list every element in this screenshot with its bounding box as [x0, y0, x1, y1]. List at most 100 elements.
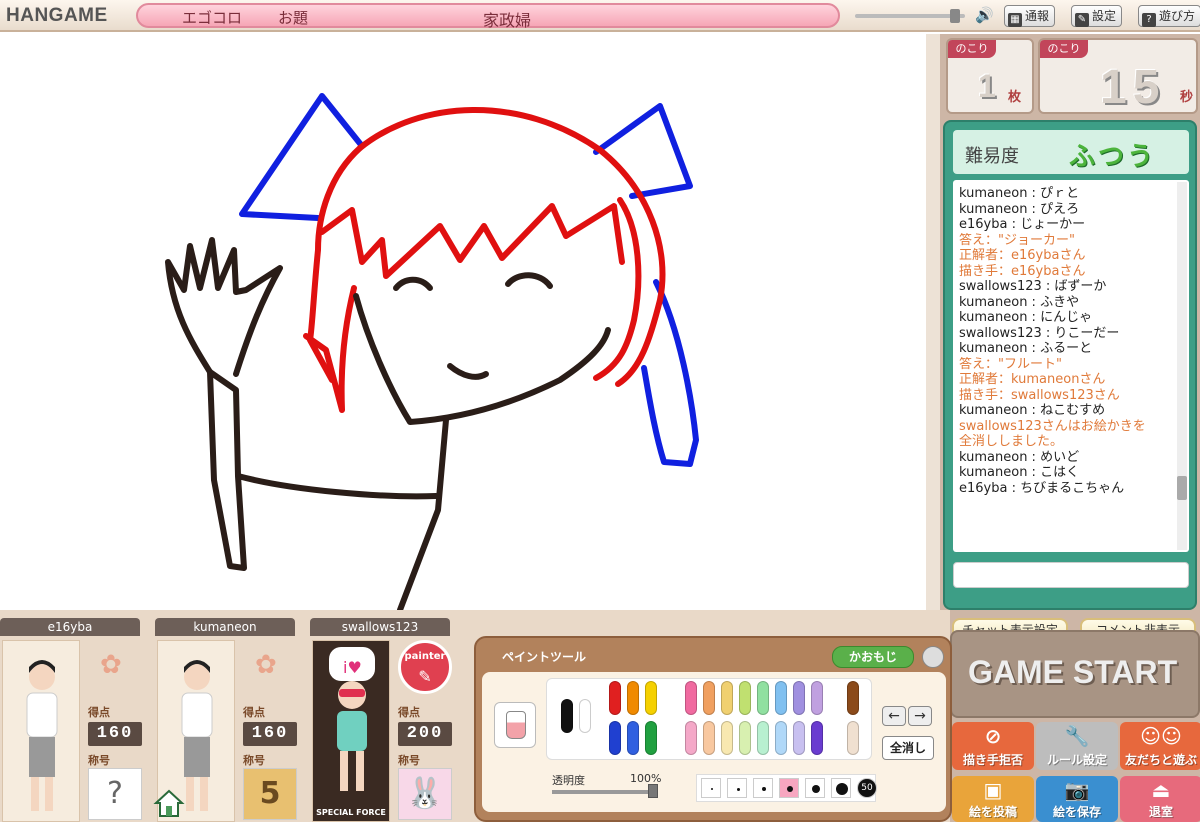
- color-pen[interactable]: [757, 681, 769, 715]
- color-pen[interactable]: [609, 721, 621, 755]
- brush-dot: [836, 783, 848, 795]
- speaker-icon[interactable]: 🔊: [975, 6, 994, 24]
- color-pen[interactable]: [685, 681, 697, 715]
- chat-log[interactable]: kumaneon : ぴｒと kumaneon : ぴえろ e16yba : じょー…: [953, 180, 1189, 552]
- brush-size-option[interactable]: [779, 778, 799, 798]
- title-badge[interactable]: 🐰: [398, 768, 452, 820]
- help-button[interactable]: ? 遊び方: [1138, 5, 1200, 27]
- remaining-seconds-counter: のこり 15 秒: [1038, 38, 1198, 114]
- home-icon[interactable]: [152, 786, 186, 820]
- chat-panel: 難易度 ふつう kumaneon : ぴｒと kumaneon : ぴえろ e16y…: [943, 120, 1197, 610]
- chat-scrollbar-thumb[interactable]: [1177, 476, 1187, 500]
- topic-bar: エゴコロ お題 家政婦: [136, 3, 840, 30]
- chat-line: 答え："ジョーカー": [959, 232, 1075, 248]
- redo-button[interactable]: →: [908, 706, 932, 726]
- eraser-icon: [506, 711, 526, 739]
- post-picture-button[interactable]: ▣ 絵を投稿: [952, 776, 1034, 822]
- color-pen[interactable]: [703, 721, 715, 755]
- chat-input[interactable]: [953, 562, 1189, 588]
- drawing-arm: [207, 369, 439, 571]
- chat-line: kumaneon : こはく: [959, 465, 1080, 480]
- volume-slider-knob[interactable]: [950, 9, 960, 23]
- clear-all-button[interactable]: 全消し: [882, 736, 934, 760]
- chat-line: kumaneon : ねこむすめ: [959, 403, 1106, 418]
- color-pen[interactable]: [627, 681, 639, 715]
- save-picture-button[interactable]: 📷 絵を保存: [1036, 776, 1118, 822]
- color-pen-black[interactable]: [561, 699, 573, 733]
- drawing-canvas[interactable]: [0, 34, 926, 610]
- chat-line: kumaneon : ふきや: [959, 294, 1080, 310]
- game-start-button[interactable]: GAME START: [950, 630, 1200, 718]
- color-pen[interactable]: [721, 721, 733, 755]
- opacity-slider-knob[interactable]: [648, 784, 658, 798]
- drawing-left-eye: [393, 276, 433, 291]
- chat-line: swallows123さんはお絵かきを: [959, 418, 1146, 434]
- painter-badge: painter ✎: [398, 640, 452, 694]
- topic-value: 家政婦: [483, 11, 532, 30]
- color-pen[interactable]: [645, 721, 657, 755]
- chat-line: 描き手：swallows123さん: [959, 387, 1120, 403]
- play-with-friends-button[interactable]: ☺☺ 友だちと遊ぶ: [1120, 722, 1200, 770]
- color-pen[interactable]: [739, 681, 751, 715]
- color-pen[interactable]: [847, 681, 859, 715]
- player-avatar[interactable]: [2, 640, 80, 822]
- color-pen[interactable]: [645, 681, 657, 715]
- title-badge[interactable]: 5: [243, 768, 297, 820]
- brush-size-option[interactable]: [805, 778, 825, 798]
- brush-size-option[interactable]: [831, 778, 851, 798]
- save-picture-label: 絵を保存: [1052, 805, 1101, 819]
- color-pen[interactable]: [793, 721, 805, 755]
- paint-tool-panel: ペイントツール かおもじ ← → 全消し 透明度 100% 50: [474, 636, 952, 822]
- color-pen[interactable]: [703, 681, 715, 715]
- drawing-bangs: [319, 203, 625, 279]
- no-draw-icon: ⊘: [984, 724, 1002, 748]
- color-pen[interactable]: [685, 721, 697, 755]
- undo-button[interactable]: ←: [882, 706, 906, 726]
- volume-slider[interactable]: [855, 14, 965, 18]
- chat-line: kumaneon : ぴえろ: [959, 201, 1080, 217]
- chat-line: 正解者：kumaneonさん: [959, 372, 1106, 387]
- settings-button[interactable]: ✎ 設定: [1071, 5, 1123, 27]
- color-pen[interactable]: [847, 721, 859, 755]
- opacity-slider[interactable]: [552, 790, 656, 794]
- title-label: 称号: [88, 754, 110, 767]
- canvas-frame: [926, 34, 940, 610]
- brush-size-option[interactable]: [727, 778, 747, 798]
- refuse-drawer-button[interactable]: ⊘ 描き手拒否: [952, 722, 1034, 770]
- color-pen[interactable]: [811, 681, 823, 715]
- exit-icon: ⏏: [1151, 778, 1171, 802]
- exit-room-button[interactable]: ⏏ 退室: [1120, 776, 1200, 822]
- brush-size-option[interactable]: [701, 778, 721, 798]
- eraser-button[interactable]: [494, 702, 536, 748]
- friends-icon: ☺☺: [1140, 724, 1182, 748]
- brush-dot: [812, 785, 820, 793]
- remaining-sheets-unit: 枚: [1008, 90, 1022, 105]
- report-button[interactable]: ▦ 通報: [1004, 5, 1056, 27]
- color-pen[interactable]: [775, 681, 787, 715]
- color-pen[interactable]: [757, 721, 769, 755]
- rule-settings-label: ルール設定: [1046, 753, 1107, 767]
- player-name: swallows123: [310, 618, 450, 636]
- brush-dot: [762, 787, 766, 791]
- color-pen[interactable]: [739, 721, 751, 755]
- color-pen[interactable]: [627, 721, 639, 755]
- title-badge[interactable]: ?: [88, 768, 142, 820]
- color-pen[interactable]: [811, 721, 823, 755]
- brush-size-selector: 50: [696, 774, 877, 802]
- minimize-icon[interactable]: [922, 646, 944, 668]
- color-pen[interactable]: [609, 681, 621, 715]
- player-name: kumaneon: [155, 618, 295, 636]
- post-picture-label: 絵を投稿: [968, 805, 1017, 819]
- kaomoji-button[interactable]: かおもじ: [832, 646, 914, 668]
- color-pen[interactable]: [793, 681, 805, 715]
- color-pen[interactable]: [721, 681, 733, 715]
- chat-line: e16yba : ちびまるこちゃん: [959, 480, 1125, 496]
- player-avatar[interactable]: i♥ SPECIAL FORCE: [312, 640, 390, 822]
- brush-size-option[interactable]: [753, 778, 773, 798]
- brush-size-max[interactable]: 50: [857, 778, 877, 798]
- rule-settings-button[interactable]: 🔧 ルール設定: [1036, 722, 1118, 770]
- remaining-sheets-caption: のこり: [948, 40, 996, 58]
- remaining-seconds-value: 15: [1100, 61, 1166, 114]
- color-pen-white[interactable]: [579, 699, 591, 733]
- color-pen[interactable]: [775, 721, 787, 755]
